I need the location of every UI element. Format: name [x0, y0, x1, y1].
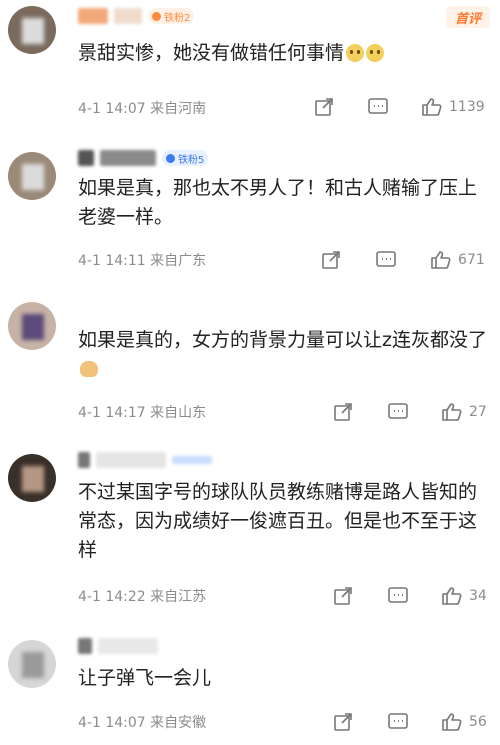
doge-emoji: [80, 361, 98, 377]
timestamp-location: 4-1 14:07 来自安徽: [78, 715, 207, 731]
badge-icon: [166, 153, 175, 163]
fan-badge[interactable]: 铁粉5: [162, 150, 209, 166]
username-blurred[interactable]: [78, 638, 92, 654]
comment-icon: [388, 403, 408, 419]
like-count: 1139: [449, 99, 485, 115]
username-blurred[interactable]: [78, 452, 90, 468]
sad-face-emoji: [366, 44, 385, 62]
reply-button[interactable]: [387, 402, 409, 422]
share-icon: [334, 403, 352, 421]
like-button[interactable]: 27: [441, 402, 487, 422]
username-blurred[interactable]: [98, 638, 158, 654]
comment-icon: [388, 587, 408, 603]
avatar[interactable]: [8, 640, 56, 688]
avatar[interactable]: [8, 454, 56, 502]
timestamp-location: 4-1 14:07 来自河南: [78, 101, 207, 117]
reply-button[interactable]: [387, 586, 409, 606]
like-button[interactable]: 56: [441, 712, 487, 732]
username-blurred[interactable]: [96, 452, 166, 468]
reply-button[interactable]: [387, 712, 409, 732]
timestamp-location: 4-1 14:22 来自江苏: [78, 589, 207, 605]
comment-meta: 4-1 14:22 来自江苏: [78, 584, 498, 608]
like-icon: [442, 587, 462, 605]
like-count: 27: [469, 404, 487, 420]
username-blurred[interactable]: [100, 150, 156, 166]
like-button[interactable]: 1139: [421, 97, 485, 117]
share-icon: [322, 251, 340, 269]
username-blurred[interactable]: [114, 8, 142, 24]
share-button[interactable]: [333, 712, 353, 732]
like-icon: [422, 98, 442, 116]
comment-icon: [376, 251, 396, 267]
timestamp-location: 4-1 14:11 来自广东: [78, 253, 207, 269]
like-icon: [442, 403, 462, 421]
comment-text: 景甜实惨，她没有做错任何事情: [78, 39, 493, 68]
avatar[interactable]: [8, 152, 56, 200]
comment-icon: [368, 98, 388, 114]
username-blurred[interactable]: [78, 8, 108, 24]
comment-icon: [388, 713, 408, 729]
like-icon: [431, 251, 451, 269]
username-blurred[interactable]: [172, 456, 212, 464]
comment-text: 不过某国字号的球队队员教练赌博是路人皆知的常态，因为成绩好一俊遮百丑。但是也不至…: [78, 481, 478, 561]
like-button[interactable]: 671: [430, 250, 485, 270]
like-icon: [442, 713, 462, 731]
share-icon: [334, 713, 352, 731]
like-count: 671: [458, 252, 485, 268]
username-row: 铁粉2: [78, 6, 195, 26]
like-count: 34: [469, 588, 487, 604]
username-row: [78, 450, 212, 470]
share-icon: [334, 587, 352, 605]
reply-button[interactable]: [367, 97, 389, 117]
comment-text: 如果是真的，女方的背景力量可以让z连灰都没了: [78, 326, 493, 384]
username-row: [78, 636, 158, 656]
comment-text: 如果是真，那也太不男人了！和古人赌输了压上老婆一样。: [78, 177, 478, 228]
like-count: 56: [469, 714, 487, 730]
timestamp-location: 4-1 14:17 来自山东: [78, 405, 207, 421]
like-button[interactable]: 34: [441, 586, 487, 606]
fan-badge[interactable]: 铁粉2: [148, 8, 195, 24]
share-button[interactable]: [314, 97, 334, 117]
avatar[interactable]: [8, 6, 56, 54]
badge-icon: [152, 11, 161, 21]
sad-face-emoji: [346, 44, 365, 62]
reply-button[interactable]: [375, 250, 397, 270]
comment-meta: 4-1 14:17 来自山东: [78, 400, 498, 424]
username-row: 铁粉5: [78, 148, 209, 168]
comment-text: 让子弹飞一会儿: [78, 667, 212, 689]
username-blurred[interactable]: [78, 150, 94, 166]
share-icon: [315, 98, 333, 116]
comment-meta: 4-1 14:07 来自安徽: [78, 710, 498, 734]
first-comment-tag: 首评: [446, 6, 490, 28]
share-button[interactable]: [333, 402, 353, 422]
avatar[interactable]: [8, 302, 56, 350]
share-button[interactable]: [333, 586, 353, 606]
share-button[interactable]: [321, 250, 341, 270]
